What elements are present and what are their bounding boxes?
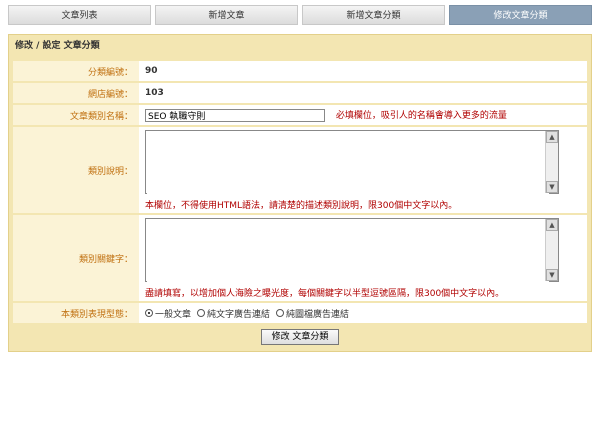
display-type-radio-group: 一般文章 純文字廣告連結 純圖檔廣告連結	[145, 307, 587, 320]
tab-edit-category[interactable]: 修改文章分類	[449, 5, 592, 25]
display-type-option-image-ad[interactable]: 純圖檔廣告連結	[276, 307, 349, 320]
radio-checked-icon[interactable]	[145, 309, 153, 317]
radio-unchecked-icon[interactable]	[276, 309, 285, 317]
scroll-down-icon[interactable]: ▼	[546, 180, 558, 193]
tab-article-list[interactable]: 文章列表	[8, 5, 151, 25]
tab-add-article[interactable]: 新增文章	[155, 5, 298, 25]
category-name-input[interactable]	[145, 109, 325, 122]
category-form: 分類編號： 90 網店編號： 103 文章類別名稱： 必填欄位，吸引人的名稱會導…	[13, 59, 587, 325]
category-keywords-textarea-box: ▲ ▼	[145, 217, 559, 284]
scroll-down-icon[interactable]: ▼	[546, 268, 558, 281]
category-desc-note: 本欄位，不得使用HTML語法，請清楚的描述類別說明，限300個中文字以內。	[145, 200, 458, 211]
category-keywords-label: 類別關鍵字：	[13, 215, 139, 301]
category-keywords-textarea[interactable]	[147, 219, 549, 284]
display-type-option-text-ad[interactable]: 純文字廣告連結	[197, 307, 270, 320]
panel-title: 修改 / 設定 文章分類	[15, 41, 100, 51]
category-id-value: 90	[145, 66, 158, 76]
display-type-option-normal[interactable]: 一般文章	[145, 307, 191, 320]
tab-add-category[interactable]: 新增文章分類	[302, 5, 445, 25]
category-desc-textarea-box: ▲ ▼	[145, 129, 559, 196]
site-id-label: 網店編號：	[13, 83, 139, 103]
scroll-up-icon[interactable]: ▲	[546, 218, 558, 231]
scroll-up-icon[interactable]: ▲	[546, 130, 558, 143]
category-id-label: 分類編號：	[13, 61, 139, 81]
submit-row: 修改 文章分類	[9, 329, 591, 345]
display-type-label: 本類別表現型態：	[13, 303, 139, 323]
category-keywords-scrollbar[interactable]: ▲ ▼	[545, 218, 558, 281]
site-id-value: 103	[145, 88, 164, 98]
tab-bar: 文章列表 新增文章 新增文章分類 修改文章分類	[8, 5, 592, 25]
category-name-note: 必填欄位，吸引人的名稱會導入更多的流量	[335, 111, 507, 121]
category-desc-label: 類別說明：	[13, 127, 139, 213]
category-desc-scrollbar[interactable]: ▲ ▼	[545, 130, 558, 193]
category-keywords-note: 盡請填寫，以增加個人海險之曝光度，每個關鍵字以半型逗號區隔，限300個中文字以內…	[145, 288, 505, 299]
edit-category-panel: 修改 / 設定 文章分類 分類編號： 90 網店編號： 103 文章類別名稱： …	[8, 34, 592, 352]
submit-edit-category-button[interactable]: 修改 文章分類	[260, 329, 340, 345]
radio-unchecked-icon[interactable]	[197, 309, 206, 317]
category-name-label: 文章類別名稱：	[13, 105, 139, 125]
category-desc-textarea[interactable]	[147, 131, 549, 196]
